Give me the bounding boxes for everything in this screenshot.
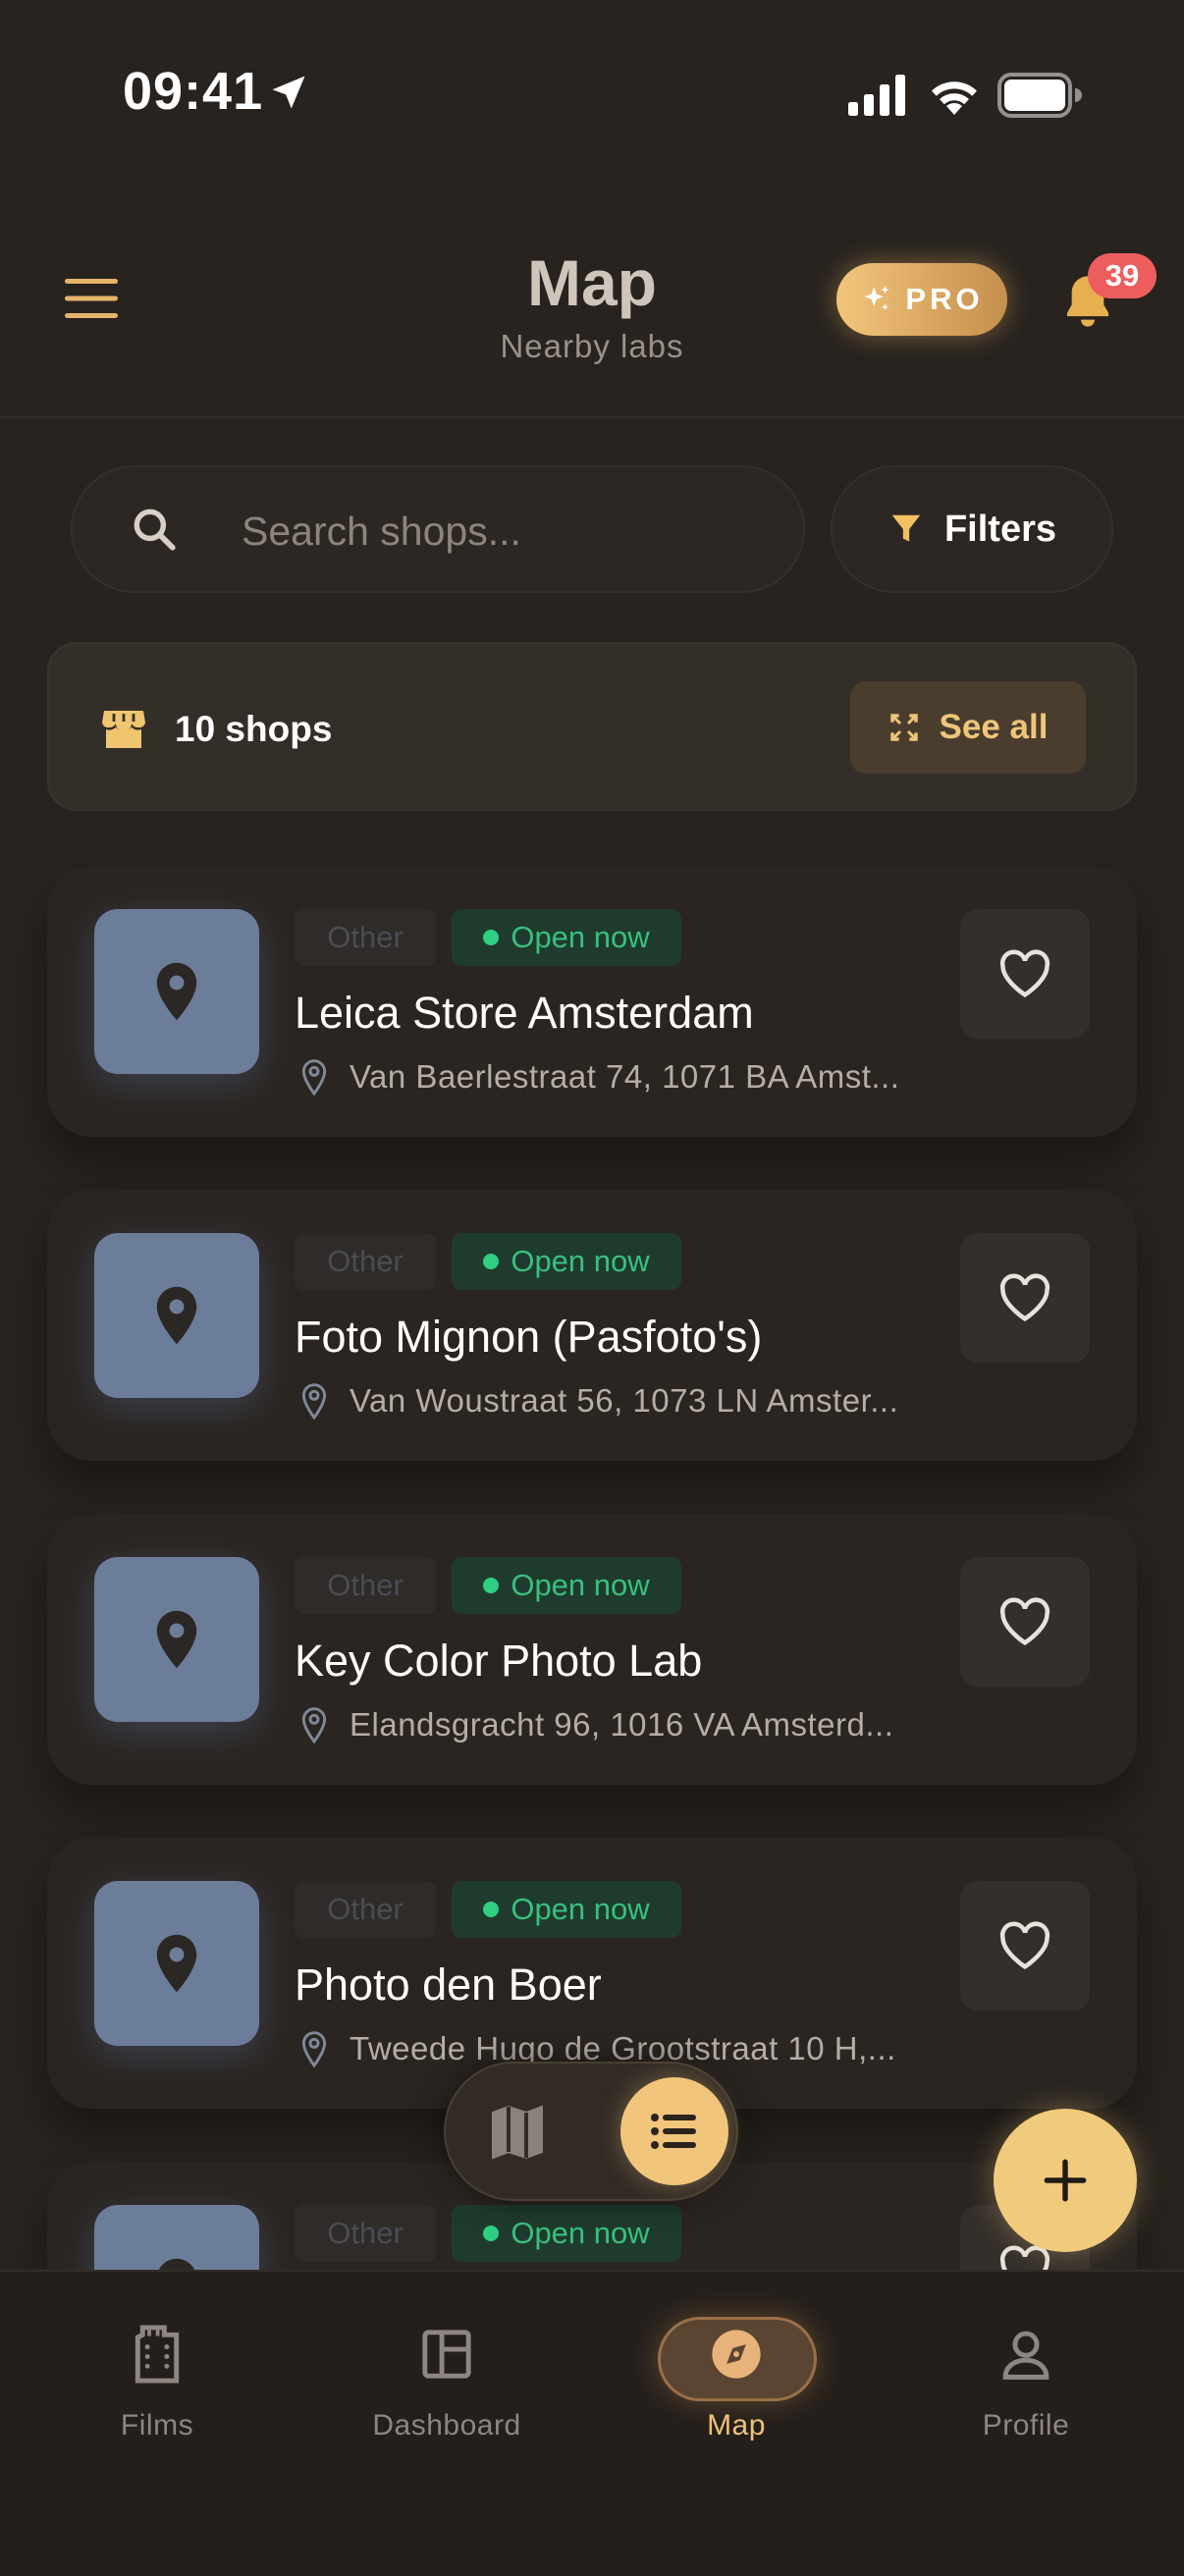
heart-icon bbox=[999, 1273, 1050, 1322]
shop-name: Key Color Photo Lab bbox=[295, 1636, 703, 1686]
open-dot-icon bbox=[483, 1578, 500, 1593]
shop-address: Van Baerlestraat 74, 1071 BA Amst... bbox=[350, 1058, 900, 1095]
status-label: Open now bbox=[511, 920, 650, 954]
notification-badge: 39 bbox=[1088, 253, 1157, 298]
category-tag: Other bbox=[295, 1557, 436, 1614]
favorite-button[interactable] bbox=[960, 1233, 1090, 1363]
status-label: Open now bbox=[511, 1892, 650, 1926]
wifi-icon bbox=[932, 81, 977, 115]
shop-card[interactable]: Other Open now Leica Store Amsterdam Van… bbox=[47, 866, 1137, 1137]
list-icon bbox=[651, 2114, 696, 2149]
location-pin-icon bbox=[301, 2031, 327, 2068]
filters-label: Filters bbox=[943, 508, 1057, 550]
category-tag: Other bbox=[295, 2205, 436, 2262]
shop-thumbnail bbox=[94, 1881, 259, 2046]
shop-card[interactable]: Other Open now Key Color Photo Lab Eland… bbox=[47, 1514, 1137, 1785]
shop-count: 10 shops bbox=[175, 709, 333, 749]
location-pin-icon bbox=[301, 1383, 327, 1421]
cellular-signal-icon bbox=[848, 75, 905, 116]
battery-icon bbox=[997, 73, 1082, 118]
location-pin-icon bbox=[301, 1059, 327, 1097]
see-all-label: See all bbox=[939, 708, 1049, 746]
shop-thumbnail bbox=[94, 1233, 259, 1398]
map-view-icon[interactable] bbox=[487, 2099, 565, 2166]
open-dot-icon bbox=[483, 1902, 500, 1917]
filter-icon bbox=[891, 514, 921, 542]
user-icon bbox=[1002, 2331, 1049, 2380]
nav-label-map: Map bbox=[707, 2409, 766, 2442]
category-tag: Other bbox=[295, 1233, 436, 1290]
location-pin-icon bbox=[301, 1707, 327, 1744]
sparkle-icon bbox=[864, 285, 890, 311]
shop-address: Elandsgracht 96, 1016 VA Amsterd... bbox=[350, 1706, 894, 1743]
nav-item-dashboard[interactable]: Dashboard bbox=[299, 2272, 594, 2468]
open-dot-icon bbox=[483, 2226, 500, 2241]
search-icon bbox=[134, 509, 176, 551]
header-divider bbox=[0, 416, 1184, 418]
shop-thumbnail bbox=[94, 909, 259, 1074]
heart-icon bbox=[999, 1921, 1050, 1970]
status-badge: Open now bbox=[452, 2205, 681, 2262]
map-pin-icon bbox=[156, 1286, 197, 1345]
shop-thumbnail bbox=[94, 1557, 259, 1722]
status-badge: Open now bbox=[452, 909, 681, 966]
shop-address: Van Woustraat 56, 1073 LN Amster... bbox=[350, 1382, 899, 1419]
heart-icon bbox=[999, 949, 1050, 998]
status-label: Open now bbox=[511, 1568, 650, 1602]
category-tag: Other bbox=[295, 909, 436, 966]
pro-label: PRO bbox=[905, 282, 984, 316]
add-shop-button[interactable] bbox=[994, 2109, 1137, 2252]
heart-icon bbox=[999, 1597, 1050, 1646]
shop-name: Photo den Boer bbox=[295, 1959, 602, 2010]
nav-label-films: Films bbox=[120, 2409, 194, 2442]
nav-item-films[interactable]: Films bbox=[10, 2272, 304, 2468]
favorite-button[interactable] bbox=[960, 909, 1090, 1039]
compass-icon bbox=[712, 2330, 761, 2379]
status-label: Open now bbox=[511, 1244, 650, 1278]
shop-name: Leica Store Amsterdam bbox=[295, 988, 754, 1038]
bottom-nav: Films Dashboard Map Profile bbox=[0, 2270, 1184, 2576]
page-subtitle: Nearby labs bbox=[500, 328, 684, 364]
category-tag: Other bbox=[295, 1881, 436, 1938]
search-input[interactable] bbox=[240, 496, 754, 566]
favorite-button[interactable] bbox=[960, 1881, 1090, 2011]
see-all-button[interactable]: See all bbox=[850, 681, 1086, 774]
filters-button[interactable]: Filters bbox=[831, 465, 1113, 593]
nav-label-profile: Profile bbox=[982, 2409, 1070, 2442]
list-view-button[interactable] bbox=[620, 2077, 728, 2185]
status-time: 09:41 bbox=[123, 62, 264, 121]
shop-card[interactable]: Other Open now Foto Mignon (Pasfoto's) V… bbox=[47, 1190, 1137, 1461]
status-badge: Open now bbox=[452, 1233, 681, 1290]
status-label: Open now bbox=[511, 2216, 650, 2250]
plus-icon bbox=[1044, 2159, 1087, 2202]
nav-item-map[interactable]: Map bbox=[589, 2272, 884, 2468]
favorite-button[interactable] bbox=[960, 1557, 1090, 1687]
open-dot-icon bbox=[483, 1254, 500, 1269]
dashboard-icon bbox=[422, 2330, 471, 2379]
shop-name: Foto Mignon (Pasfoto's) bbox=[295, 1312, 763, 1362]
film-icon bbox=[135, 2325, 180, 2384]
store-icon bbox=[102, 711, 145, 748]
map-pin-icon bbox=[156, 1610, 197, 1669]
page-title: Map bbox=[527, 246, 657, 319]
open-dot-icon bbox=[483, 930, 500, 945]
nav-item-profile[interactable]: Profile bbox=[879, 2272, 1173, 2468]
expand-icon bbox=[889, 714, 918, 741]
status-badge: Open now bbox=[452, 1881, 681, 1938]
status-badge: Open now bbox=[452, 1557, 681, 1614]
map-pin-icon bbox=[156, 1934, 197, 1993]
pro-button[interactable]: PRO bbox=[836, 263, 1007, 336]
map-pin-icon bbox=[156, 962, 197, 1021]
location-arrow-icon bbox=[272, 76, 305, 109]
nav-label-dashboard: Dashboard bbox=[372, 2409, 521, 2442]
